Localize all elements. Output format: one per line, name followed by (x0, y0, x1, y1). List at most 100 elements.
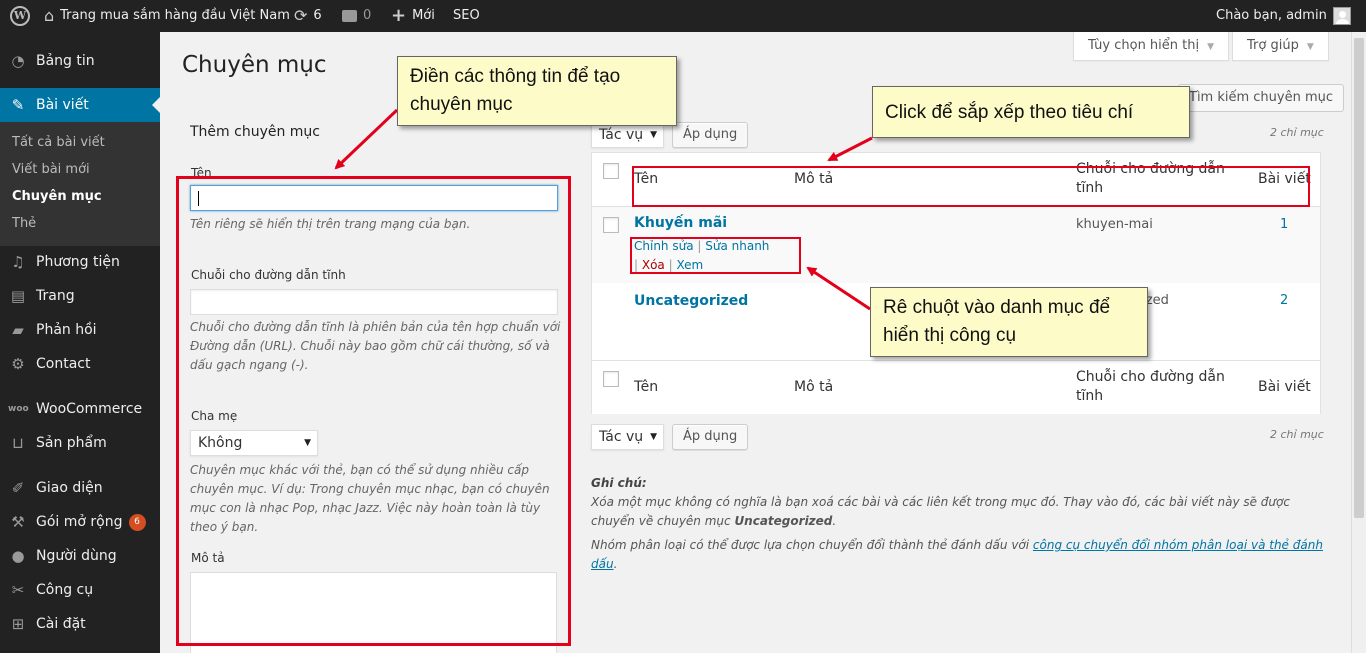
category-name-link[interactable]: Uncategorized (634, 293, 748, 309)
submenu-categories[interactable]: Chuyên mục (12, 189, 102, 204)
form-highlight-box (176, 176, 571, 646)
header-highlight-box (632, 166, 1310, 207)
caret-down-icon: ▼ (650, 130, 657, 140)
screen-options-button[interactable]: Tùy chọn hiển thị ▼ (1073, 32, 1230, 61)
category-name-link[interactable]: Khuyến mãi (634, 215, 727, 231)
menu-label: WooCommerce (36, 401, 143, 417)
menu-label: Contact (36, 356, 91, 372)
menu-posts[interactable]: ✎ Bài viết (0, 88, 160, 122)
items-count-top: 2 chỉ mục (1270, 126, 1324, 139)
gear-icon: ⚙ (11, 355, 25, 373)
bulk-action-value: Tác vụ (599, 127, 644, 143)
menu-label: Cài đặt (36, 616, 86, 632)
column-slug-footer[interactable]: Chuỗi cho đường dẫn tĩnh (1076, 368, 1246, 406)
menu-products[interactable]: ⊔ Sản phẩm (0, 426, 160, 460)
menu-label: Người dùng (36, 548, 117, 564)
note-text: . (832, 514, 837, 528)
wordpress-logo-icon[interactable]: W (10, 0, 30, 32)
seo-label: SEO (453, 8, 480, 23)
submenu-new-post[interactable]: Viết bài mới (12, 162, 90, 177)
account-menu[interactable]: Chào bạn, admin (1216, 0, 1351, 32)
bulk-action-select-bottom[interactable]: Tác vụ ▼ (591, 424, 664, 450)
admin-sidebar: ◔ Bảng tin ✎ Bài viết Tất cả bài viết Vi… (0, 32, 160, 653)
row-actions-highlight-box (630, 237, 801, 274)
menu-label: Phản hồi (36, 322, 97, 338)
note-converter: Nhóm phân loại có thể được lựa chọn chuy… (591, 536, 1331, 574)
user-icon: ● (11, 547, 25, 565)
admin-bar: W ⌂ Trang mua sắm hàng đầu Việt Nam ⟳ 6 … (0, 0, 1366, 32)
woocommerce-icon: woo (8, 404, 29, 414)
menu-media[interactable]: ♫ Phương tiện (0, 245, 160, 279)
help-button[interactable]: Trợ giúp ▼ (1232, 32, 1329, 61)
site-name-link[interactable]: ⌂ Trang mua sắm hàng đầu Việt Nam (44, 0, 290, 32)
bulk-action-value: Tác vụ (599, 429, 644, 445)
menu-label: Trang (36, 288, 75, 304)
apply-button-bottom[interactable]: Áp dụng (672, 424, 749, 450)
comments-count: 0 (363, 8, 372, 23)
menu-contact[interactable]: ⚙ Contact (0, 347, 160, 381)
column-name-footer[interactable]: Tên (634, 378, 658, 397)
new-label: Mới (412, 8, 435, 23)
brush-icon: ✐ (11, 479, 25, 497)
menu-plugins[interactable]: ⚒ Gói mở rộng 6 (0, 505, 160, 539)
posts-submenu: Tất cả bài viết Viết bài mới Chuyên mục … (0, 122, 160, 246)
category-post-count[interactable]: 2 (1280, 293, 1288, 308)
home-icon: ⌂ (44, 6, 55, 25)
plus-icon: + (391, 5, 407, 26)
row-checkbox[interactable] (603, 217, 619, 233)
new-content-link[interactable]: + Mới (391, 0, 435, 32)
updates-link[interactable]: ⟳ 6 (294, 0, 322, 32)
menu-label: Sản phẩm (36, 435, 107, 451)
menu-label: Bảng tin (36, 53, 95, 69)
plugin-icon: ⚒ (11, 513, 25, 531)
caret-down-icon: ▼ (1207, 42, 1215, 52)
menu-appearance[interactable]: ✐ Giao diện (0, 471, 160, 505)
submenu-tags[interactable]: Thẻ (12, 216, 36, 231)
menu-woocommerce[interactable]: woo WooCommerce (0, 392, 160, 426)
seo-link[interactable]: SEO (453, 0, 480, 32)
menu-pages[interactable]: ▤ Trang (0, 279, 160, 313)
column-description-footer[interactable]: Mô tả (794, 378, 833, 397)
column-posts-footer[interactable]: Bài viết (1258, 378, 1311, 397)
greeting: Chào bạn, admin (1216, 8, 1327, 23)
dashboard-icon: ◔ (11, 52, 25, 70)
search-categories-button[interactable]: Tìm kiếm chuyên mục (1178, 84, 1345, 112)
plugins-update-badge: 6 (128, 513, 146, 531)
category-post-count[interactable]: 1 (1280, 217, 1288, 232)
menu-label: Gói mở rộng (36, 514, 123, 530)
comments-link[interactable]: 0 (342, 0, 371, 32)
note-text: Nhóm phân loại có thể được lựa chọn chuy… (591, 538, 1033, 552)
menu-settings[interactable]: ⊞ Cài đặt (0, 607, 160, 641)
scrollbar-thumb[interactable] (1354, 38, 1364, 518)
notes-title: Ghi chú: (591, 476, 647, 490)
note-text: Xóa một mục không có nghĩa là bạn xoá cá… (591, 495, 1290, 528)
refresh-icon: ⟳ (294, 6, 308, 25)
submenu-all-posts[interactable]: Tất cả bài viết (12, 135, 105, 150)
comment-bubble-icon (342, 10, 357, 22)
menu-label: Giao diện (36, 480, 103, 496)
page-title: Chuyên mục (182, 52, 327, 78)
note-delete: Xóa một mục không có nghĩa là bạn xoá cá… (591, 493, 1331, 531)
menu-comments[interactable]: ▰ Phản hồi (0, 313, 160, 347)
settings-icon: ⊞ (11, 615, 25, 633)
apply-button-top[interactable]: Áp dụng (672, 122, 749, 148)
menu-label: Phương tiện (36, 254, 120, 270)
items-count-bottom: 2 chỉ mục (1270, 428, 1324, 441)
comment-icon: ▰ (12, 321, 24, 339)
callout-hover-tools: Rê chuột vào danh mục để hiển thị công c… (870, 287, 1148, 357)
menu-label: Bài viết (36, 97, 89, 113)
select-all-checkbox[interactable] (603, 163, 619, 179)
menu-users[interactable]: ● Người dùng (0, 539, 160, 573)
select-all-checkbox-footer[interactable] (603, 371, 619, 387)
menu-tools[interactable]: ✂ Công cụ (0, 573, 160, 607)
page-icon: ▤ (10, 287, 26, 305)
pin-icon: ✎ (11, 96, 25, 114)
note-default-category: Uncategorized (734, 514, 833, 528)
menu-dashboard[interactable]: ◔ Bảng tin (0, 44, 160, 78)
wrench-icon: ✂ (11, 581, 25, 599)
table-footer: Tên Mô tả Chuỗi cho đường dẫn tĩnh Bài v… (592, 360, 1320, 414)
updates-count: 6 (313, 8, 322, 23)
page-scrollbar[interactable] (1351, 32, 1366, 653)
cart-icon: ⊔ (12, 434, 24, 452)
callout-click-sort: Click để sắp xếp theo tiêu chí (872, 86, 1190, 138)
